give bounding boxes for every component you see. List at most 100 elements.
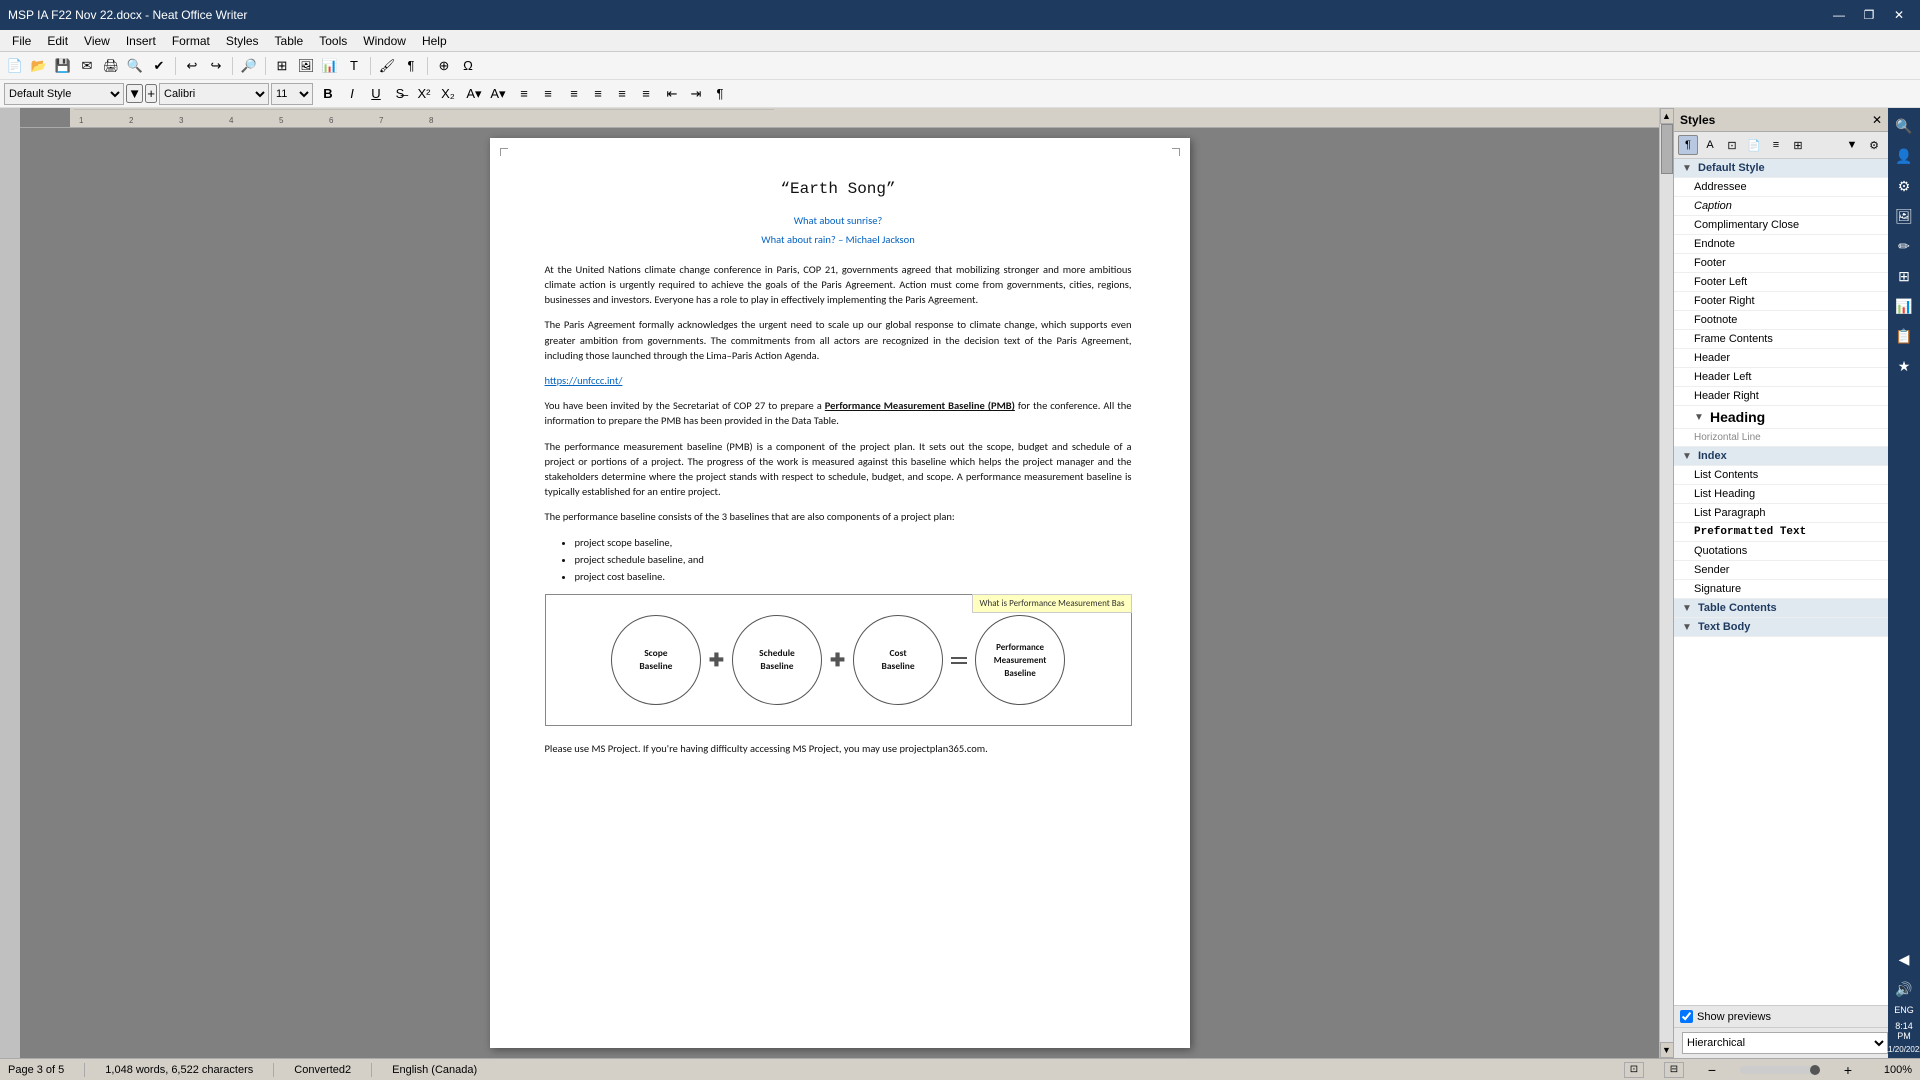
style-item-default[interactable]: ▼ Default Style xyxy=(1674,159,1888,178)
minimize-button[interactable]: — xyxy=(1826,5,1852,25)
style-item-complimentary[interactable]: Complimentary Close xyxy=(1674,216,1888,235)
style-item-sender[interactable]: Sender xyxy=(1674,561,1888,580)
superscript-button[interactable]: X² xyxy=(413,83,435,105)
scroll-up-button[interactable]: ▲ xyxy=(1660,108,1674,124)
zoom-out-button[interactable]: − xyxy=(1704,1062,1720,1078)
styles-settings-button[interactable]: ⚙ xyxy=(1864,135,1884,155)
menu-help[interactable]: Help xyxy=(414,32,455,50)
style-item-caption[interactable]: Caption xyxy=(1674,197,1888,216)
open-button[interactable]: 📂 xyxy=(28,55,50,77)
font-selector[interactable]: Calibri xyxy=(159,83,269,105)
strikethrough-button[interactable]: S̶ xyxy=(389,83,411,105)
ri-arrow-left-button[interactable]: ◀ xyxy=(1890,945,1918,973)
ri-edit-button[interactable]: ✏ xyxy=(1890,232,1918,260)
insert-image-button[interactable]: 🖼 xyxy=(295,55,317,77)
styles-menu-button[interactable]: ▼ xyxy=(1842,135,1862,155)
menu-table[interactable]: Table xyxy=(267,32,312,50)
new-button[interactable]: 📄 xyxy=(4,55,26,77)
font-color-button[interactable]: A▾ xyxy=(487,83,509,105)
find-button[interactable]: 🔎 xyxy=(238,55,260,77)
style-item-table-contents[interactable]: ▼ Table Contents xyxy=(1674,599,1888,618)
style-item-list-paragraph[interactable]: List Paragraph xyxy=(1674,504,1888,523)
ri-docs-button[interactable]: 📋 xyxy=(1890,322,1918,350)
align-center-button[interactable]: ≡ xyxy=(587,83,609,105)
unfccc-link[interactable]: https://unfccc.int/ xyxy=(545,374,623,387)
style-item-list-heading[interactable]: List Heading xyxy=(1674,485,1888,504)
list-number-button[interactable]: ≡ xyxy=(537,83,559,105)
menu-insert[interactable]: Insert xyxy=(118,32,164,50)
style-item-header-right[interactable]: Header Right xyxy=(1674,387,1888,406)
menu-tools[interactable]: Tools xyxy=(311,32,355,50)
spellcheck-button[interactable]: ✔ xyxy=(148,55,170,77)
size-selector[interactable]: 11 xyxy=(271,83,313,105)
bold-button[interactable]: B xyxy=(317,83,339,105)
underline-button[interactable]: U xyxy=(365,83,387,105)
table-styles-button[interactable]: ⊞ xyxy=(1788,135,1808,155)
style-item-text-body[interactable]: ▼ Text Body xyxy=(1674,618,1888,637)
style-item-footer-right[interactable]: Footer Right xyxy=(1674,292,1888,311)
style-item-endnote[interactable]: Endnote xyxy=(1674,235,1888,254)
text-box-button[interactable]: T xyxy=(343,55,365,77)
frame-styles-button[interactable]: ⊡ xyxy=(1722,135,1742,155)
align-right-button[interactable]: ≡ xyxy=(611,83,633,105)
print-button[interactable]: 🖨 xyxy=(100,55,122,77)
style-manage-button[interactable]: ▼ xyxy=(126,84,143,103)
style-item-horizontal-line[interactable]: Horizontal Line xyxy=(1674,429,1888,447)
character-styles-button[interactable]: A xyxy=(1700,135,1720,155)
style-item-heading[interactable]: ▼ Heading xyxy=(1674,406,1888,429)
list-styles-button[interactable]: ≡ xyxy=(1766,135,1786,155)
indent-dec-button[interactable]: ⇤ xyxy=(661,83,683,105)
email-button[interactable]: ✉ xyxy=(76,55,98,77)
style-item-header-left[interactable]: Header Left xyxy=(1674,368,1888,387)
menu-window[interactable]: Window xyxy=(355,32,414,50)
scroll-thumb[interactable] xyxy=(1661,124,1673,174)
redo-button[interactable]: ↪ xyxy=(205,55,227,77)
list-bullet-button[interactable]: ≡ xyxy=(513,83,535,105)
indent-inc-button[interactable]: ⇥ xyxy=(685,83,707,105)
zoom-slider[interactable] xyxy=(1740,1066,1820,1074)
ri-search-button[interactable]: 🔍 xyxy=(1890,112,1918,140)
show-previews-label[interactable]: Show previews xyxy=(1697,1011,1771,1023)
menu-view[interactable]: View xyxy=(76,32,118,50)
style-item-index[interactable]: ▼ Index xyxy=(1674,447,1888,466)
view-normal-button[interactable]: ⊡ xyxy=(1624,1062,1644,1078)
scroll-down-button[interactable]: ▼ xyxy=(1660,1042,1674,1058)
ri-chart-button[interactable]: 📊 xyxy=(1890,292,1918,320)
style-item-addressee[interactable]: Addressee xyxy=(1674,178,1888,197)
insert-chart-button[interactable]: 📊 xyxy=(319,55,341,77)
style-new-button[interactable]: + xyxy=(145,84,157,103)
style-selector[interactable]: Default Style xyxy=(4,83,124,105)
style-item-footer[interactable]: Footer xyxy=(1674,254,1888,273)
menu-styles[interactable]: Styles xyxy=(218,32,267,50)
print-preview-button[interactable]: 🔍 xyxy=(124,55,146,77)
special-char-button[interactable]: Ω xyxy=(457,55,479,77)
subscript-button[interactable]: X₂ xyxy=(437,83,459,105)
style-item-footnote[interactable]: Footnote xyxy=(1674,311,1888,330)
paragraph-styles-button[interactable]: ¶ xyxy=(1678,135,1698,155)
ri-profile-button[interactable]: 👤 xyxy=(1890,142,1918,170)
align-justify-button[interactable]: ≡ xyxy=(635,83,657,105)
style-item-list-contents[interactable]: List Contents xyxy=(1674,466,1888,485)
style-item-header[interactable]: Header xyxy=(1674,349,1888,368)
align-left-button[interactable]: ≡ xyxy=(563,83,585,105)
styles-dropdown[interactable]: Hierarchical xyxy=(1682,1032,1888,1054)
style-item-footer-left[interactable]: Footer Left xyxy=(1674,273,1888,292)
highlight-button[interactable]: A▾ xyxy=(463,83,485,105)
ri-table-button[interactable]: ⊞ xyxy=(1890,262,1918,290)
ri-star-button[interactable]: ★ xyxy=(1890,352,1918,380)
format-paint-button[interactable]: 🖌 xyxy=(376,55,398,77)
zoom-button[interactable]: ⊕ xyxy=(433,55,455,77)
maximize-button[interactable]: ❐ xyxy=(1856,5,1882,25)
menu-file[interactable]: File xyxy=(4,32,39,50)
menu-edit[interactable]: Edit xyxy=(39,32,76,50)
vertical-scrollbar[interactable]: ▲ ▼ xyxy=(1659,108,1673,1058)
style-item-signature[interactable]: Signature xyxy=(1674,580,1888,599)
menu-format[interactable]: Format xyxy=(164,32,218,50)
ri-image-button[interactable]: 🖼 xyxy=(1890,202,1918,230)
save-button[interactable]: 💾 xyxy=(52,55,74,77)
close-button[interactable]: ✕ xyxy=(1886,5,1912,25)
style-item-preformatted[interactable]: Preformatted Text xyxy=(1674,523,1888,542)
undo-button[interactable]: ↩ xyxy=(181,55,203,77)
style-item-quotations[interactable]: Quotations xyxy=(1674,542,1888,561)
insert-table-button[interactable]: ⊞ xyxy=(271,55,293,77)
